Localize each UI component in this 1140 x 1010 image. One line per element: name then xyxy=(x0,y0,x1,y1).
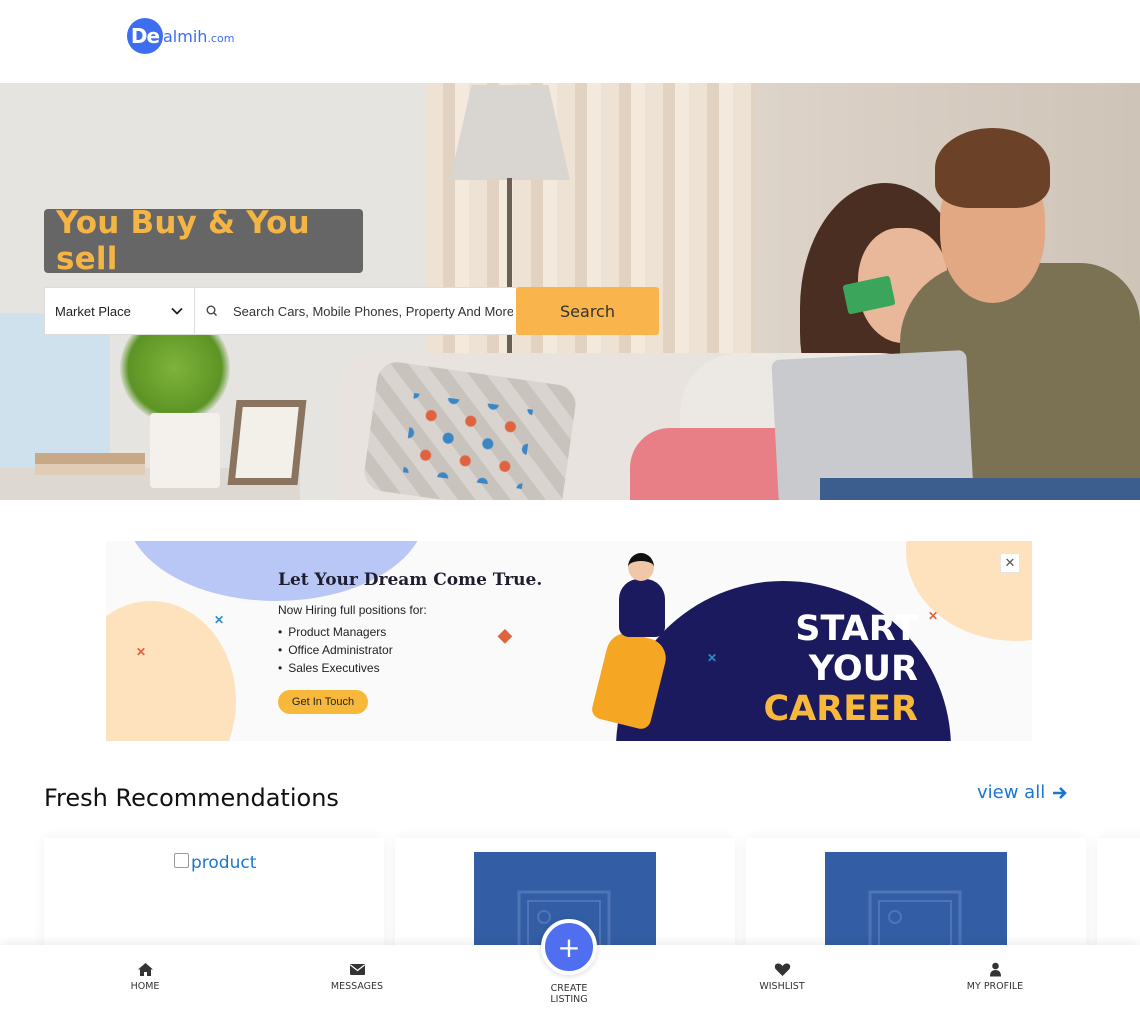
product-card[interactable]: product xyxy=(44,838,384,958)
create-listing-button[interactable]: + xyxy=(541,919,597,975)
banner-big-your: YOUR xyxy=(808,649,918,689)
category-select-value: Market Place xyxy=(55,303,131,319)
hero-banner: You Buy & You sell Market Place Search xyxy=(0,83,1140,500)
user-icon xyxy=(989,962,1001,977)
hero-pillow-pattern xyxy=(403,393,533,489)
banner-figure-head xyxy=(628,553,654,581)
nav-create-label-line1: CREATE xyxy=(550,983,588,994)
logo-name: almih xyxy=(163,26,208,46)
banner-position: Office Administrator xyxy=(278,641,392,659)
hero-plant-pot xyxy=(150,413,220,488)
chevron-down-icon xyxy=(171,307,183,315)
search-icon xyxy=(206,305,217,316)
banner-subheading: Now Hiring full positions for: xyxy=(278,603,427,617)
arrow-right-icon xyxy=(1053,786,1068,799)
nav-wishlist-label: WISHLIST xyxy=(759,981,805,992)
logo-suffix: .com xyxy=(207,31,235,45)
nav-home-label: HOME xyxy=(130,981,160,992)
nav-messages-label: MESSAGES xyxy=(330,981,384,992)
heart-icon xyxy=(774,963,790,976)
logo-mark: De xyxy=(127,18,163,54)
logo[interactable]: De almih.com xyxy=(127,17,234,55)
x-mark-icon: ✕ xyxy=(928,609,939,623)
banner-figure-body xyxy=(619,579,665,637)
search-bar: Market Place Search xyxy=(44,287,659,335)
search-button[interactable]: Search xyxy=(516,287,659,335)
banner-headline: Let Your Dream Come True. xyxy=(278,570,543,590)
logo-text: almih.com xyxy=(163,27,234,46)
banner-big-start: START xyxy=(795,609,918,649)
envelope-icon xyxy=(349,964,365,975)
broken-image-icon xyxy=(174,853,189,868)
diamond-dots-icon: ◆ xyxy=(498,625,512,645)
nav-create-label: CREATE LISTING xyxy=(550,983,587,1005)
home-icon xyxy=(137,963,153,976)
broken-image-alt: product xyxy=(191,853,257,873)
nav-messages[interactable]: MESSAGES xyxy=(297,945,417,1010)
header: De almih.com xyxy=(0,0,1140,83)
get-in-touch-button[interactable]: Get In Touch xyxy=(278,690,368,714)
section-title: Fresh Recommendations xyxy=(44,784,339,812)
hero-lamp-pole xyxy=(507,178,512,378)
broken-image: product xyxy=(174,853,256,873)
hero-tagline: You Buy & You sell xyxy=(44,205,363,277)
product-card[interactable] xyxy=(1097,838,1140,958)
banner-big-career: CAREER xyxy=(763,689,919,729)
x-mark-icon: ✕ xyxy=(214,613,225,627)
search-input[interactable] xyxy=(233,303,513,319)
x-mark-icon: ✕ xyxy=(707,651,718,665)
view-all-label: view all xyxy=(977,782,1046,803)
view-all-link[interactable]: view all xyxy=(977,782,1069,803)
banner-position: Product Managers xyxy=(278,623,393,641)
search-box xyxy=(195,287,516,335)
hero-photo-frame xyxy=(227,400,307,485)
nav-my-profile[interactable]: MY PROFILE xyxy=(935,945,1055,1010)
career-banner[interactable]: Let Your Dream Come True. Now Hiring ful… xyxy=(106,541,1032,741)
x-mark-icon: ✕ xyxy=(136,645,147,659)
product-card[interactable] xyxy=(746,838,1086,964)
banner-positions-list: Product Managers Office Administrator Sa… xyxy=(278,623,393,677)
nav-create-label-line2: LISTING xyxy=(550,994,588,1005)
hero-man-hair xyxy=(935,128,1050,208)
category-select[interactable]: Market Place xyxy=(44,287,195,335)
close-icon[interactable]: ✕ xyxy=(1000,553,1020,573)
hero-tagline-text: You Buy & You sell xyxy=(56,205,310,277)
nav-home[interactable]: HOME xyxy=(85,945,205,1010)
nav-wishlist[interactable]: WISHLIST xyxy=(722,945,842,1010)
banner-position: Sales Executives xyxy=(278,659,393,677)
banner-big-text: START YOUR CAREER xyxy=(688,609,919,729)
page: De almih.com You Buy & You sell Market P… xyxy=(0,0,1140,1010)
hero-books xyxy=(35,453,145,475)
hero-jeans xyxy=(820,478,1140,500)
nav-profile-label: MY PROFILE xyxy=(966,981,1024,992)
